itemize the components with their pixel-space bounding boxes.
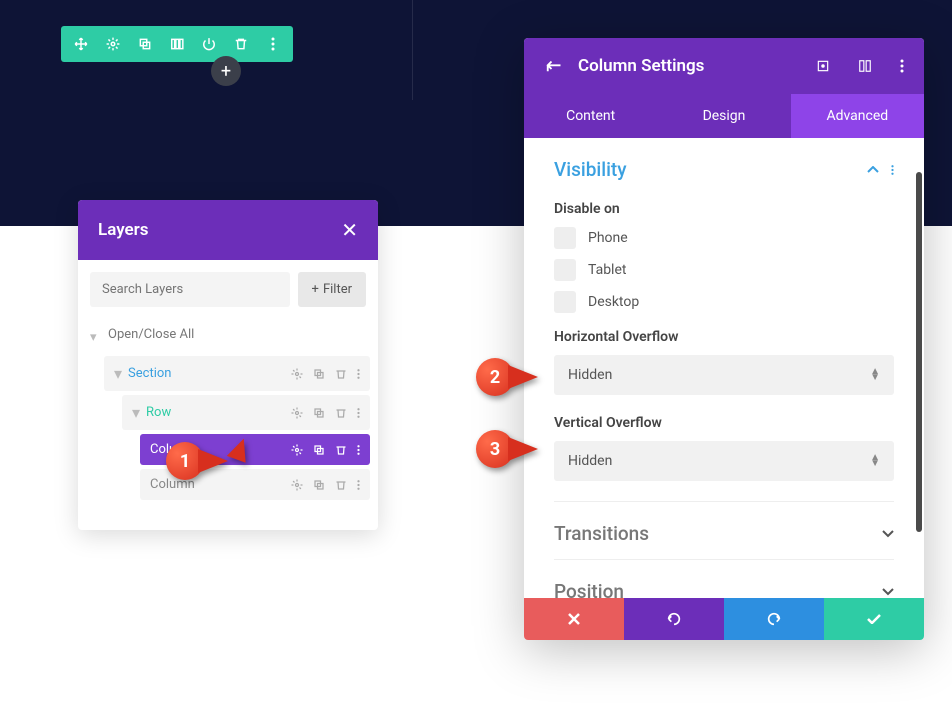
- column-settings-panel: Column Settings Content Design Advanced …: [524, 38, 924, 640]
- trash-icon[interactable]: [233, 36, 249, 52]
- checkbox-desktop[interactable]: [554, 291, 576, 313]
- disable-on-label: Disable on: [554, 201, 894, 217]
- checkbox-tablet[interactable]: [554, 259, 576, 281]
- chevron-down-icon[interactable]: [882, 588, 894, 596]
- select-arrows-icon: ▲▼: [870, 455, 880, 467]
- section-toolbar: [61, 26, 293, 62]
- save-button[interactable]: [824, 598, 924, 640]
- horizontal-overflow-label: Horizontal Overflow: [554, 329, 894, 345]
- gear-icon[interactable]: [291, 407, 303, 419]
- duplicate-icon[interactable]: [313, 368, 325, 380]
- gear-icon[interactable]: [105, 36, 121, 52]
- back-icon[interactable]: [544, 59, 562, 73]
- expand-icon[interactable]: [816, 59, 830, 73]
- vertical-overflow-select[interactable]: Hidden ▲▼: [554, 441, 894, 481]
- layout-icon[interactable]: [858, 59, 872, 73]
- tab-design[interactable]: Design: [657, 94, 790, 138]
- more-icon[interactable]: [357, 368, 360, 380]
- settings-tabs: Content Design Advanced: [524, 94, 924, 138]
- vertical-overflow-label: Vertical Overflow: [554, 415, 894, 431]
- columns-icon[interactable]: [169, 36, 185, 52]
- tab-content[interactable]: Content: [524, 94, 657, 138]
- annotation-badge-2: 2: [476, 358, 538, 396]
- settings-header: Column Settings: [524, 38, 924, 94]
- trash-icon[interactable]: [335, 479, 347, 491]
- duplicate-icon[interactable]: [313, 407, 325, 419]
- layer-item-section[interactable]: ▾Section: [104, 356, 370, 391]
- gear-icon[interactable]: [291, 479, 303, 491]
- layer-item-row[interactable]: ▾Row: [122, 395, 370, 430]
- trash-icon[interactable]: [335, 407, 347, 419]
- filter-button[interactable]: +Filter: [298, 272, 366, 307]
- layers-title: Layers: [98, 220, 149, 240]
- more-icon[interactable]: [357, 407, 360, 419]
- undo-button[interactable]: [624, 598, 724, 640]
- close-icon[interactable]: ✕: [341, 218, 358, 242]
- duplicate-icon[interactable]: [313, 479, 325, 491]
- move-icon[interactable]: [73, 36, 89, 52]
- position-section-header[interactable]: Position: [554, 560, 894, 598]
- open-close-all[interactable]: ▾ Open/Close All: [86, 319, 370, 350]
- bottom-actions: [524, 598, 924, 640]
- tablet-label: Tablet: [588, 262, 626, 278]
- cancel-button[interactable]: [524, 598, 624, 640]
- more-icon[interactable]: [900, 59, 904, 73]
- more-icon[interactable]: [357, 444, 360, 456]
- phone-label: Phone: [588, 230, 628, 246]
- select-arrows-icon: ▲▼: [870, 369, 880, 381]
- annotation-badge-3: 3: [476, 430, 538, 468]
- annotation-badge-1: 1: [166, 442, 228, 480]
- add-section-button[interactable]: +: [211, 56, 241, 86]
- trash-icon[interactable]: [335, 368, 347, 380]
- tab-advanced[interactable]: Advanced: [791, 94, 924, 138]
- transitions-section-header[interactable]: Transitions: [554, 502, 894, 559]
- search-layers-input[interactable]: [90, 272, 290, 307]
- more-icon[interactable]: [357, 479, 360, 491]
- visibility-section-header[interactable]: Visibility: [554, 138, 894, 195]
- more-icon[interactable]: [265, 36, 281, 52]
- chevron-up-icon[interactable]: [867, 166, 879, 174]
- settings-title: Column Settings: [578, 56, 788, 76]
- duplicate-icon[interactable]: [313, 444, 325, 456]
- horizontal-overflow-select[interactable]: Hidden ▲▼: [554, 355, 894, 395]
- more-icon[interactable]: [891, 164, 894, 176]
- desktop-label: Desktop: [588, 294, 639, 310]
- redo-button[interactable]: [724, 598, 824, 640]
- scrollbar[interactable]: [916, 172, 922, 532]
- checkbox-phone[interactable]: [554, 227, 576, 249]
- trash-icon[interactable]: [335, 444, 347, 456]
- layers-header: Layers ✕: [78, 200, 378, 260]
- chevron-down-icon[interactable]: [882, 530, 894, 538]
- gear-icon[interactable]: [291, 444, 303, 456]
- power-icon[interactable]: [201, 36, 217, 52]
- layers-panel: Layers ✕ +Filter ▾ Open/Close All ▾Secti…: [78, 200, 378, 530]
- duplicate-icon[interactable]: [137, 36, 153, 52]
- gear-icon[interactable]: [291, 368, 303, 380]
